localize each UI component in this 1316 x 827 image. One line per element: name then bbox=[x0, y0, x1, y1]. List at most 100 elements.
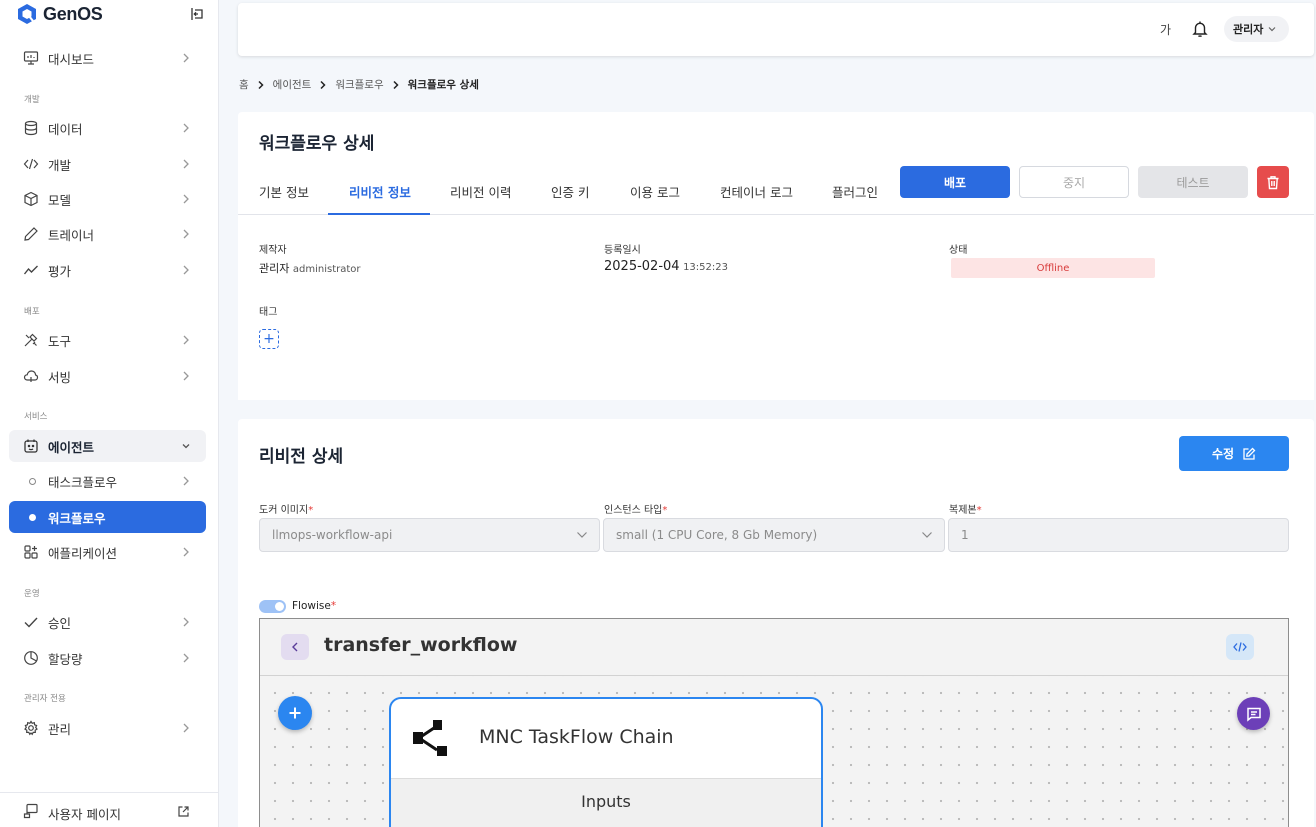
chevron-down-icon bbox=[922, 532, 932, 538]
bell-icon[interactable] bbox=[1191, 20, 1209, 38]
sidebar-item-model[interactable]: 모델 bbox=[9, 183, 206, 215]
sidebar-item-serving[interactable]: 서빙 bbox=[9, 360, 206, 392]
chevron-right-icon bbox=[393, 80, 399, 89]
sidebar-item-data[interactable]: 데이터 bbox=[9, 112, 206, 144]
flowise-embed: transfer_workflow MNC TaskFlow Chain Inp… bbox=[259, 618, 1289, 827]
breadcrumb: 홈 에이전트 워크플로우 워크플로우 상세 bbox=[239, 77, 479, 92]
creator-id: administrator bbox=[292, 264, 361, 275]
tab-usage-log[interactable]: 이용 로그 bbox=[630, 182, 680, 201]
user-name: 관리자 bbox=[1233, 23, 1264, 36]
chevron-right-icon bbox=[183, 53, 189, 63]
check-icon bbox=[24, 617, 38, 628]
sidebar-item-workflow[interactable]: 워크플로우 bbox=[9, 501, 206, 533]
node-title: MNC TaskFlow Chain bbox=[479, 726, 674, 748]
test-button[interactable]: 테스트 bbox=[1138, 166, 1248, 198]
sidebar-item-trainer[interactable]: 트레이너 bbox=[9, 218, 206, 250]
breadcrumb-agent[interactable]: 에이전트 bbox=[273, 77, 312, 92]
breadcrumb-workflow[interactable]: 워크플로우 bbox=[335, 77, 383, 92]
sidebar-item-label: 대시보드 bbox=[48, 51, 95, 67]
chevron-right-icon bbox=[183, 476, 189, 486]
created-at-value: 2025-02-04 13:52:23 bbox=[604, 259, 728, 274]
code-icon bbox=[1233, 642, 1247, 652]
instance-type-value: small (1 CPU Core, 8 Gb Memory) bbox=[616, 528, 818, 542]
agent-icon bbox=[24, 439, 38, 453]
monitor-icon bbox=[23, 51, 39, 65]
sidebar-item-user-page[interactable]: 사용자 페이지 bbox=[0, 792, 219, 827]
deploy-button[interactable]: 배포 bbox=[900, 166, 1010, 198]
chevron-right-icon bbox=[183, 159, 189, 169]
pie-chart-icon bbox=[24, 651, 38, 665]
section-label-service: 서비스 bbox=[24, 412, 48, 422]
top-bar: 가 관리자 bbox=[238, 3, 1314, 56]
sidebar-item-taskflow[interactable]: 태스크플로우 bbox=[9, 465, 206, 497]
tab-revision-info[interactable]: 리비전 정보 bbox=[349, 182, 411, 201]
sidebar-item-agent[interactable]: 에이전트 bbox=[9, 430, 206, 462]
sidebar-item-approval[interactable]: 승인 bbox=[9, 606, 206, 638]
add-node-button[interactable] bbox=[278, 696, 312, 730]
edit-button[interactable]: 수정 bbox=[1179, 436, 1289, 471]
user-page-icon bbox=[23, 803, 38, 819]
user-menu[interactable]: 관리자 bbox=[1224, 16, 1289, 42]
page-title: 워크플로우 상세 bbox=[259, 134, 375, 154]
creator-name: 관리자 bbox=[259, 262, 290, 275]
chevron-right-icon bbox=[183, 194, 189, 204]
edit-label: 수정 bbox=[1211, 447, 1235, 461]
sidebar-item-quota[interactable]: 할당량 bbox=[9, 642, 206, 674]
sidebar-item-label: 승인 bbox=[48, 615, 72, 631]
tab-container-log[interactable]: 컨테이너 로그 bbox=[720, 182, 793, 201]
tab-basic-info[interactable]: 기본 정보 bbox=[259, 182, 309, 201]
add-tag-button[interactable]: + bbox=[259, 329, 279, 349]
replica-input[interactable]: 1 bbox=[948, 518, 1289, 552]
active-tab-indicator bbox=[328, 213, 430, 215]
flowise-workflow-name: transfer_workflow bbox=[324, 634, 518, 656]
sidebar-item-label: 애플리케이션 bbox=[48, 545, 118, 561]
flowise-toggle[interactable] bbox=[259, 600, 286, 613]
tools-icon bbox=[24, 333, 38, 347]
revision-detail-card: 리비전 상세 수정 도커 이미지* llmops-workflow-api 인스… bbox=[238, 419, 1314, 827]
flowise-canvas[interactable]: MNC TaskFlow Chain Inputs bbox=[260, 676, 1288, 827]
sidebar-item-admin[interactable]: 관리 bbox=[9, 712, 206, 744]
chevron-right-icon bbox=[183, 265, 189, 275]
taskflow-chain-node[interactable]: MNC TaskFlow Chain Inputs bbox=[389, 697, 823, 827]
tab-revision-history[interactable]: 리비전 이력 bbox=[450, 182, 511, 201]
breadcrumb-home[interactable]: 홈 bbox=[239, 77, 249, 92]
tab-plugin[interactable]: 플러그인 bbox=[832, 182, 878, 201]
stop-button[interactable]: 중지 bbox=[1019, 166, 1129, 198]
docker-image-value: llmops-workflow-api bbox=[272, 528, 393, 542]
created-at-label: 등록일시 bbox=[604, 245, 641, 256]
sidebar-collapse-icon[interactable] bbox=[189, 6, 205, 22]
app-logo[interactable]: GenOS bbox=[17, 2, 103, 26]
sidebar-item-eval[interactable]: 평가 bbox=[9, 254, 206, 286]
flowise-back-button[interactable] bbox=[281, 634, 309, 660]
docker-image-select[interactable]: llmops-workflow-api bbox=[259, 518, 600, 552]
replica-value: 1 bbox=[961, 528, 969, 542]
sidebar-item-dashboard[interactable]: 대시보드 bbox=[9, 42, 206, 74]
instance-type-select[interactable]: small (1 CPU Core, 8 Gb Memory) bbox=[603, 518, 945, 552]
sidebar-item-label: 관리 bbox=[48, 721, 72, 737]
creator-value: 관리자 administrator bbox=[259, 260, 361, 276]
sidebar-item-tools[interactable]: 도구 bbox=[9, 324, 206, 356]
sidebar-item-application[interactable]: 애플리케이션 bbox=[9, 536, 206, 568]
sidebar-item-label: 에이전트 bbox=[48, 439, 95, 455]
font-size-button[interactable]: 가 bbox=[1160, 21, 1171, 38]
cloud-icon bbox=[23, 370, 39, 382]
chevron-right-icon bbox=[183, 371, 189, 381]
code-icon bbox=[23, 158, 39, 170]
sidebar-item-label: 할당량 bbox=[48, 651, 83, 667]
tab-auth-key[interactable]: 인증 키 bbox=[551, 182, 589, 201]
chevron-down-icon bbox=[577, 532, 587, 538]
delete-button[interactable] bbox=[1257, 166, 1289, 198]
chat-button[interactable] bbox=[1237, 697, 1270, 730]
flowise-code-button[interactable] bbox=[1226, 634, 1254, 660]
bullet-icon bbox=[29, 514, 36, 521]
sidebar-item-label: 도구 bbox=[48, 333, 72, 349]
sidebar-item-label: 워크플로우 bbox=[48, 510, 106, 526]
chevron-right-icon bbox=[183, 335, 189, 345]
section-label-ops: 운영 bbox=[24, 589, 40, 599]
tag-label: 태그 bbox=[259, 307, 278, 318]
sidebar-item-dev[interactable]: 개발 bbox=[9, 148, 206, 180]
sidebar-item-label: 모델 bbox=[48, 192, 72, 208]
plus-icon bbox=[289, 707, 301, 719]
app-name: GenOS bbox=[43, 3, 103, 24]
instance-type-label: 인스턴스 타입* bbox=[604, 505, 668, 516]
